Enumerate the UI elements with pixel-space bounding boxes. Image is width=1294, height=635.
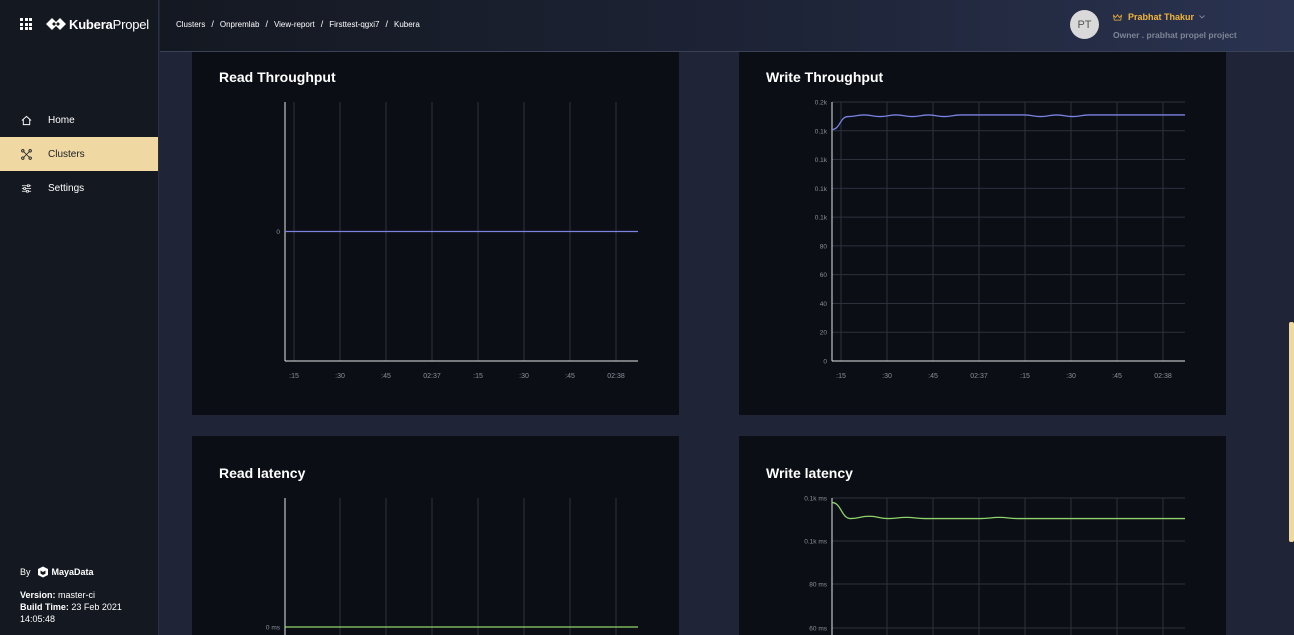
read-latency-chart: 0 ms	[266, 498, 638, 635]
sidebar-item-settings[interactable]: Settings	[0, 171, 158, 205]
apps-grid-icon[interactable]	[20, 18, 32, 30]
read-throughput-card: Read Throughput 0:15:30:45 02:37:15:30:45…	[192, 52, 679, 415]
x-tick-label: :45	[565, 373, 575, 380]
y-tick-label: 0	[276, 229, 280, 236]
y-tick-label: 0.1k	[815, 186, 828, 193]
mayadata-name: MayaData	[51, 567, 94, 577]
x-tick-label: 02:38	[607, 373, 625, 380]
series-line	[831, 501, 1185, 520]
write-throughput-card: Write Throughput 0 20 40 60 80 0.1k 0.1k 0.1k 0.…	[739, 52, 1226, 415]
top-header: Clusters / Onpremlab / View-report / Firstt…	[160, 0, 1294, 52]
x-tick-label: :30	[882, 373, 892, 380]
brand: KuberaPropel	[20, 14, 149, 34]
y-tick-label: 80 ms	[809, 582, 827, 589]
by-mayadata: By MayaData	[20, 566, 94, 578]
y-tick-label: 0	[823, 359, 827, 366]
y-tick-label: 20	[820, 330, 828, 337]
series-line	[831, 114, 1185, 131]
x-tick-label: :30	[519, 373, 529, 380]
sidebar: KuberaPropel Home Clusters Settings By M…	[0, 0, 159, 635]
settings-icon	[20, 182, 32, 194]
y-tick-label: 0 ms	[266, 625, 281, 632]
sidebar-item-clusters[interactable]: Clusters	[0, 137, 158, 171]
read-throughput-chart: 0 :15 :30 :45 02:37 :15 :30 :45 02:38	[276, 102, 638, 380]
sidebar-item-label: Settings	[48, 182, 85, 194]
sidebar-item-label: Clusters	[48, 148, 85, 160]
x-tick-label: :45	[928, 373, 938, 380]
avatar[interactable]: PT	[1070, 10, 1099, 39]
y-tick-label: 0.1k	[815, 128, 828, 135]
chevron-down-icon[interactable]	[1199, 15, 1205, 19]
sidebar-item-label: Home	[48, 114, 75, 126]
y-tick-label: 40	[820, 301, 828, 308]
scrollbar-thumb[interactable]	[1289, 322, 1294, 542]
x-tick-label: :15	[289, 373, 299, 380]
breadcrumb: Clusters / Onpremlab / View-report / Firstt…	[176, 19, 420, 29]
breadcrumb-onpremlab[interactable]: Onpremlab	[220, 20, 260, 29]
version-line: Version: master-ci	[20, 590, 96, 600]
breadcrumb-kubera: Kubera	[393, 19, 420, 29]
kubera-logo-icon	[46, 18, 66, 30]
x-tick-label: :45	[381, 373, 391, 380]
x-tick-label: :15	[836, 373, 846, 380]
build-time-line: Build Time: 23 Feb 2021 14:05:48	[20, 602, 122, 624]
x-tick-label: :15	[1020, 373, 1030, 380]
read-latency-card: Read latency 0 ms	[192, 436, 679, 635]
x-tick-label: :30	[335, 373, 345, 380]
x-tick-label: 02:38	[1154, 373, 1172, 380]
home-icon	[20, 114, 32, 126]
y-tick-label: 80	[820, 243, 828, 250]
x-tick-label: 02:37	[423, 373, 441, 380]
x-tick-label: :30	[1066, 373, 1076, 380]
y-tick-label: 0.1k ms	[804, 496, 828, 503]
write-throughput-chart: 0 20 40 60 80 0.1k 0.1k 0.1k 0.1k 0.2k :15 :30 :45 02…	[815, 100, 1185, 380]
write-latency-chart: 60 ms 80 ms 0.1k ms 0.1k ms	[804, 496, 1185, 635]
user-menu[interactable]: Prabhat Thakur Owner . prabhat propel pr…	[1113, 12, 1237, 40]
y-tick-label: 0.2k	[815, 100, 828, 107]
y-tick-label: 0.1k ms	[804, 539, 828, 546]
clusters-icon	[20, 148, 32, 160]
breadcrumb-view-report[interactable]: View-report	[274, 20, 315, 29]
x-tick-label: :15	[473, 373, 483, 380]
breadcrumb-clusters[interactable]: Clusters	[176, 20, 205, 29]
y-tick-label: 0.1k	[815, 157, 828, 164]
crown-icon	[1113, 13, 1122, 21]
sidebar-footer: By MayaData Version: master-ci Build Tim…	[20, 566, 158, 625]
sidebar-item-home[interactable]: Home	[0, 103, 158, 137]
sidebar-nav: Home Clusters Settings	[0, 103, 158, 205]
mayadata-logo-icon	[37, 566, 48, 578]
breadcrumb-firsttest[interactable]: Firsttest-qgxi7	[329, 20, 379, 29]
y-tick-label: 60 ms	[809, 626, 827, 633]
user-name: Prabhat Thakur	[1128, 12, 1195, 22]
write-latency-card: Write latency 60 ms 80 ms 0.1k ms 0.1k ms	[739, 436, 1226, 635]
x-tick-label: :45	[1112, 373, 1122, 380]
brand-name[interactable]: KuberaPropel	[69, 17, 149, 32]
x-tick-label: 02:37	[970, 373, 988, 380]
user-role: Owner . prabhat propel project	[1113, 30, 1237, 40]
y-tick-label: 0.1k	[815, 215, 828, 222]
y-tick-label: 60	[820, 272, 828, 279]
